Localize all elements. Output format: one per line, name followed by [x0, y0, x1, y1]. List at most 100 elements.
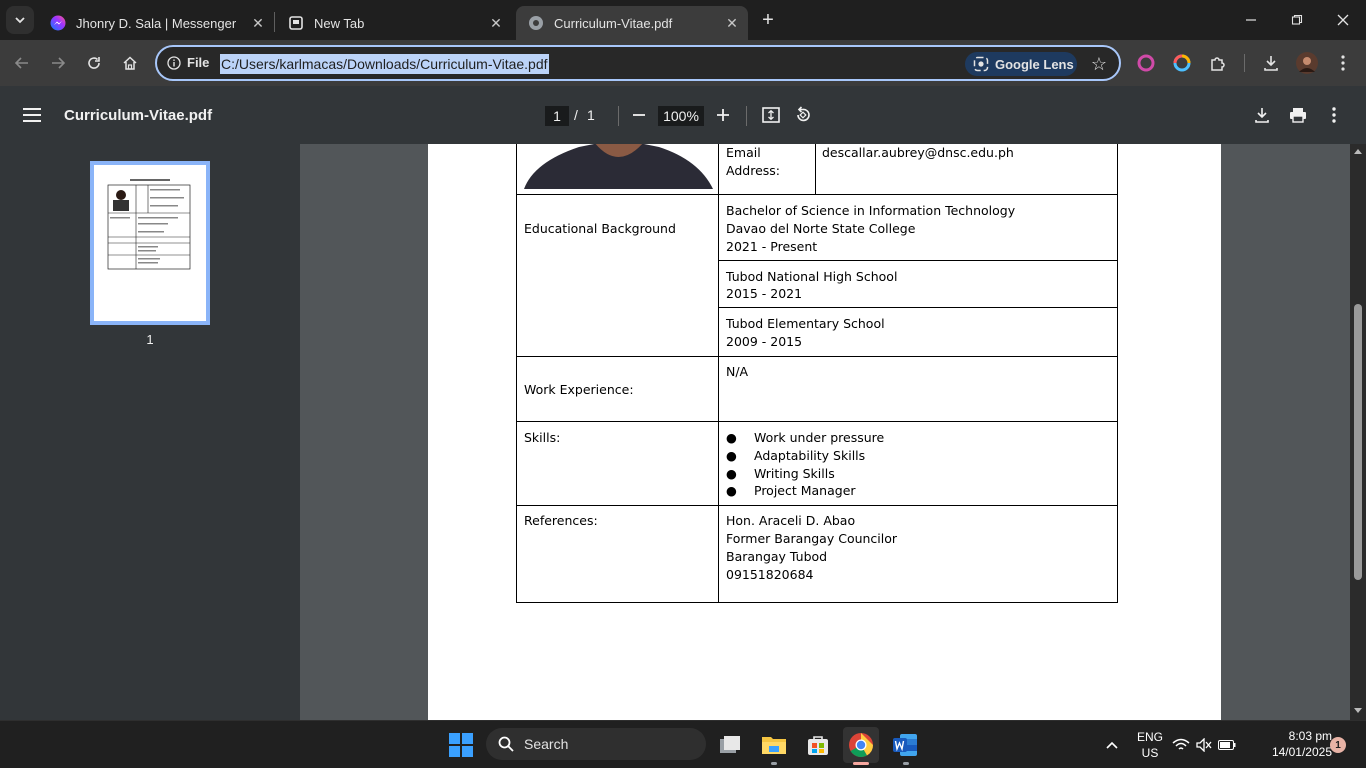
address-bar[interactable]: File C:/Users/karlmacas/Downloads/Curric… [155, 45, 1121, 81]
taskbar-search[interactable]: Search [486, 728, 706, 760]
task-view-icon[interactable] [712, 727, 748, 763]
pdf-viewer: Email Address: descallar.aubrey@dnsc.edu… [300, 144, 1350, 720]
zoom-level-input[interactable]: 100% [658, 106, 704, 126]
close-tab-icon[interactable]: ✕ [724, 15, 740, 31]
education-line: 2015 - 2021 [726, 286, 803, 301]
speaker-muted-icon [1196, 738, 1212, 752]
zoom-out-button[interactable] [627, 103, 651, 127]
extension-circle-icon[interactable] [1134, 51, 1158, 75]
tab-search-button[interactable] [6, 6, 34, 34]
back-button[interactable] [10, 51, 34, 75]
page-thumbnail[interactable] [90, 161, 210, 325]
education-line: Tubod National High School [726, 269, 898, 284]
print-button[interactable] [1286, 103, 1310, 127]
rotate-button[interactable] [791, 103, 815, 127]
chrome-taskbar-icon[interactable] [843, 727, 879, 763]
extensions-puzzle-icon[interactable] [1206, 51, 1230, 75]
skill-item: Work under pressure [754, 430, 885, 445]
tab-title: Jhonry D. Sala | Messenger [76, 15, 237, 31]
tab-curriculum-vitae[interactable]: Curriculum-Vitae.pdf ✕ [516, 6, 748, 40]
tab-title: Curriculum-Vitae.pdf [554, 15, 673, 31]
word-icon[interactable] [887, 727, 923, 763]
url-text[interactable]: C:/Users/karlmacas/Downloads/Curriculum-… [220, 54, 549, 74]
restore-button[interactable] [1274, 0, 1320, 40]
active-indicator [853, 762, 869, 765]
scroll-down-icon [1354, 708, 1362, 713]
zoom-in-button[interactable] [711, 103, 735, 127]
rotate-icon [797, 106, 810, 122]
info-icon [167, 55, 181, 70]
print-icon [1290, 108, 1306, 123]
region-code: US [1141, 746, 1159, 760]
profile-photo [524, 144, 713, 189]
language-indicator[interactable]: ENG US [1134, 730, 1166, 760]
reload-icon [88, 57, 100, 69]
downloads-icon[interactable] [1259, 51, 1283, 75]
pdf-title: Curriculum-Vitae.pdf [64, 107, 213, 124]
download-pdf-button[interactable] [1250, 103, 1274, 127]
tab-new-tab[interactable]: New Tab ✕ [276, 6, 512, 40]
email-value: descallar.aubrey@dnsc.edu.ph [822, 145, 1014, 160]
search-label: Search [524, 736, 569, 752]
reload-button[interactable] [82, 51, 106, 75]
vertical-scrollbar[interactable] [1350, 144, 1366, 720]
pdf-more-options-icon[interactable] [1322, 103, 1346, 127]
thumbnail-page-number: 1 [146, 332, 154, 347]
quick-settings-button[interactable] [1170, 727, 1238, 763]
bullet-icon: ● [726, 466, 737, 481]
email-label: Email [726, 145, 761, 160]
fit-page-icon [762, 107, 780, 123]
scroll-up-icon [1354, 149, 1362, 154]
file-explorer-icon[interactable] [756, 727, 792, 763]
fit-to-page-button[interactable] [759, 103, 783, 127]
color-extension-icon[interactable] [1170, 51, 1194, 75]
lens-icon [973, 56, 989, 72]
reference-line: Barangay Tubod [726, 549, 828, 564]
education-line: 2021 - Present [726, 239, 818, 254]
reference-line: Former Barangay Councilor [726, 531, 898, 546]
bullet-icon: ● [726, 483, 737, 498]
email-label-2: Address: [726, 163, 780, 178]
home-icon [123, 56, 137, 70]
tab-messenger[interactable]: Jhonry D. Sala | Messenger ✕ [38, 6, 274, 40]
sidebar-menu-button[interactable] [20, 103, 44, 127]
work-value: N/A [726, 364, 749, 379]
browser-toolbar: File C:/Users/karlmacas/Downloads/Curric… [0, 40, 1366, 86]
google-lens-button[interactable]: Google Lens [965, 52, 1077, 76]
wifi-icon [1172, 738, 1190, 750]
page-separator: / [574, 107, 578, 123]
chevron-down-icon [15, 17, 25, 24]
work-value-cell [718, 356, 1118, 422]
education-line: 2009 - 2015 [726, 334, 803, 349]
close-window-button[interactable] [1320, 0, 1366, 40]
download-icon [1255, 108, 1269, 123]
clock-time: 8:03 pm [1288, 729, 1332, 743]
skills-label: Skills: [524, 430, 561, 445]
home-button[interactable] [118, 51, 142, 75]
site-info-button[interactable]: File [167, 55, 209, 70]
microsoft-store-icon[interactable] [800, 727, 836, 763]
lens-label: Google Lens [995, 56, 1074, 72]
chrome-menu-icon[interactable] [1331, 51, 1355, 75]
close-tab-icon[interactable]: ✕ [488, 15, 504, 31]
toolbar-divider [1244, 54, 1245, 72]
hamburger-menu-icon [23, 108, 41, 122]
minimize-button[interactable] [1228, 0, 1274, 40]
tab-strip: Jhonry D. Sala | Messenger ✕ New Tab ✕ C… [0, 0, 1366, 40]
work-label: Work Experience: [524, 382, 634, 397]
close-tab-icon[interactable]: ✕ [250, 15, 266, 31]
new-tab-button[interactable]: + [756, 8, 780, 32]
search-icon [498, 736, 514, 752]
show-hidden-icons-button[interactable] [1094, 727, 1130, 763]
clock[interactable]: 8:03 pm 14/01/2025 [1252, 729, 1332, 759]
start-button[interactable] [443, 727, 479, 763]
profile-avatar[interactable] [1295, 51, 1319, 75]
bookmark-star-icon[interactable]: ☆ [1087, 52, 1111, 76]
scheme-label: File [187, 55, 210, 70]
scrollbar-thumb[interactable] [1354, 304, 1362, 580]
forward-button[interactable] [46, 51, 70, 75]
total-pages: 1 [587, 107, 595, 123]
page-number-input[interactable]: 1 [545, 106, 569, 126]
running-indicator [903, 762, 909, 765]
notification-badge[interactable]: 1 [1330, 737, 1346, 753]
